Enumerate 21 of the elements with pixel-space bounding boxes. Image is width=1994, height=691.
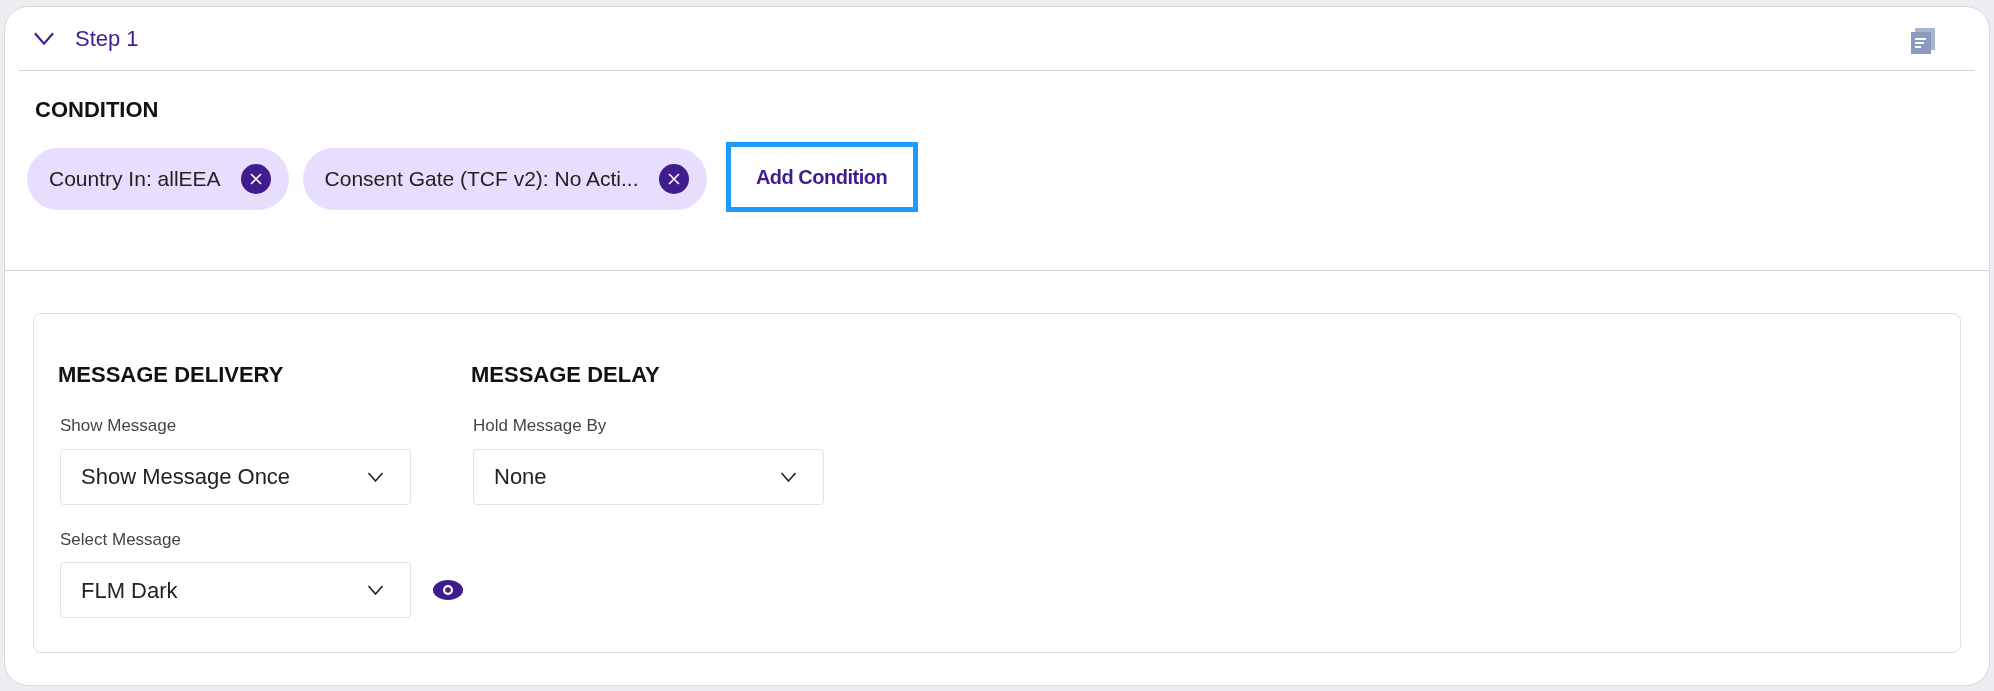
chevron-down-icon xyxy=(33,32,55,45)
chevron-down-icon xyxy=(780,471,797,482)
section-heading: MESSAGE DELIVERY xyxy=(58,361,285,389)
step-toggle[interactable]: Step 1 xyxy=(19,22,139,55)
select-dropdown[interactable]: Show Message Once xyxy=(60,448,411,505)
chip-label: Country In: allEEA xyxy=(49,166,221,193)
eye-icon[interactable] xyxy=(433,580,463,600)
section-heading: CONDITION xyxy=(35,96,160,124)
add-condition-button[interactable]: Add Condition xyxy=(725,142,918,212)
chevron-down-icon xyxy=(367,585,384,595)
remove-icon[interactable] xyxy=(658,164,689,194)
select-dropdown[interactable]: None xyxy=(473,448,824,505)
chevron-down-icon xyxy=(367,471,384,482)
chip-label: Consent Gate (TCF v2): No Acti... xyxy=(324,166,639,193)
copy-icon[interactable] xyxy=(1911,27,1935,54)
field-label: Hold Message By xyxy=(473,415,608,437)
remove-icon[interactable] xyxy=(240,164,271,194)
field-label: Show Message xyxy=(60,415,178,437)
select-dropdown[interactable]: FLM Dark xyxy=(60,562,411,618)
section-heading: MESSAGE DELAY xyxy=(471,361,661,389)
field-label: Select Message xyxy=(60,528,182,551)
